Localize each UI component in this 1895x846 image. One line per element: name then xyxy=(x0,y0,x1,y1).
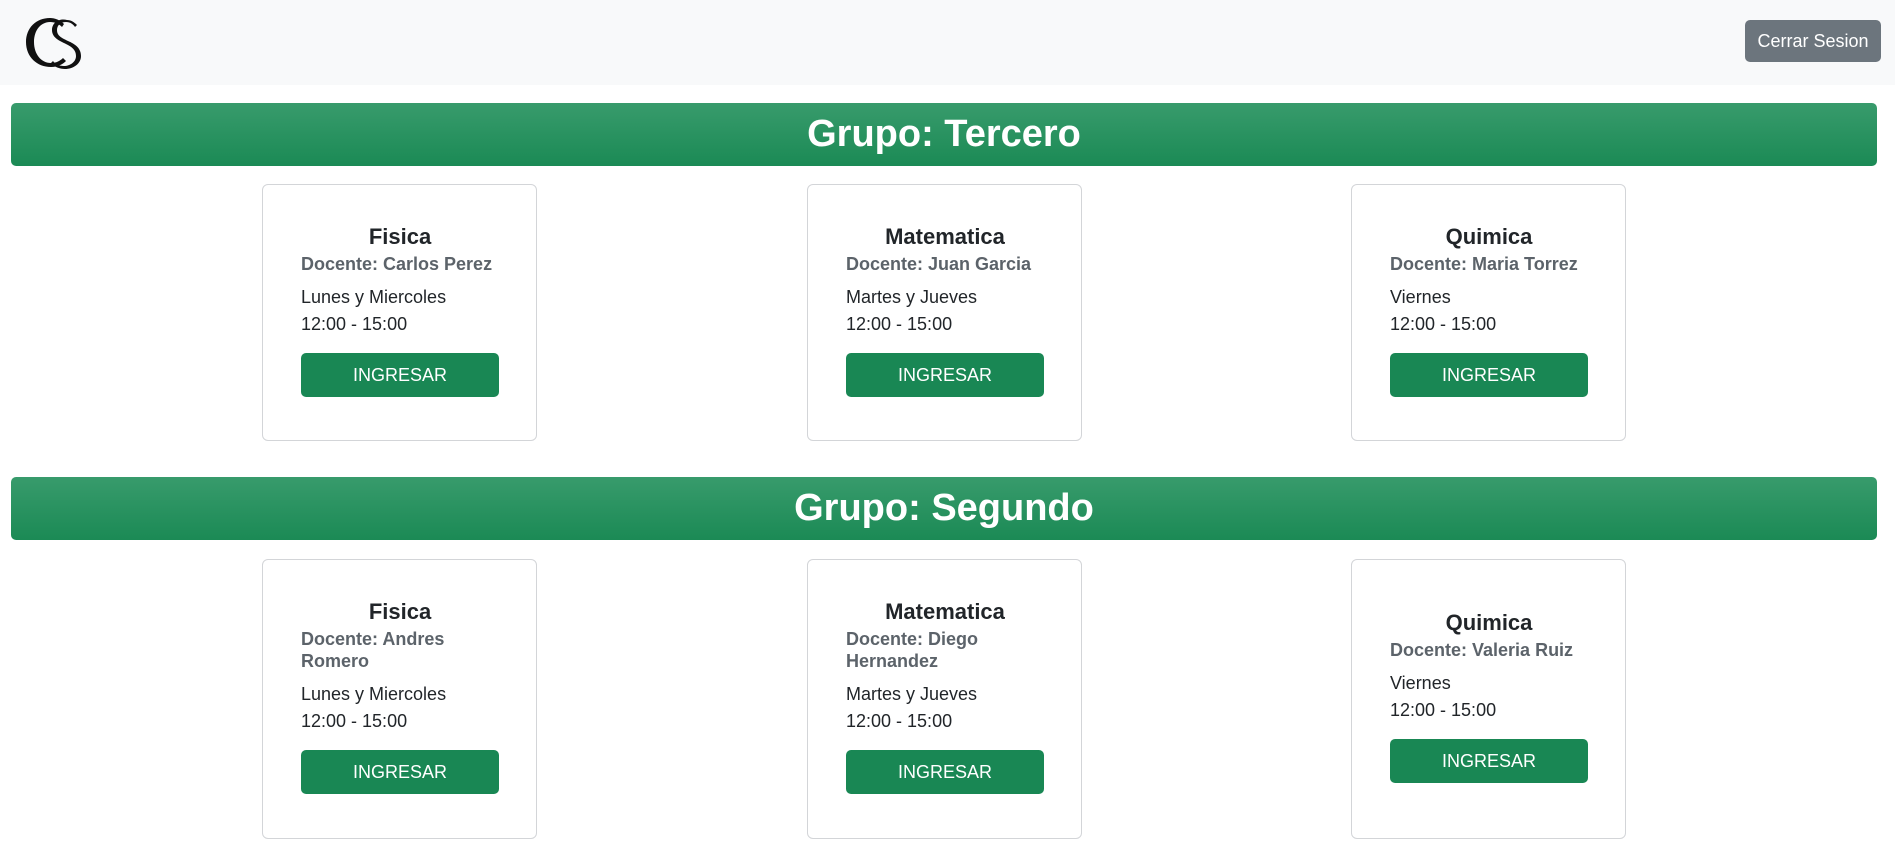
course-subject: Quimica xyxy=(1445,224,1533,249)
logout-button[interactable]: Cerrar Sesion xyxy=(1745,20,1881,62)
enter-course-button[interactable]: INGRESAR xyxy=(301,353,499,397)
enter-course-button[interactable]: INGRESAR xyxy=(1390,739,1588,783)
course-days: Viernes xyxy=(1390,673,1451,693)
course-subject: Fisica xyxy=(368,599,432,624)
course-card: Matematica Docente: Juan Garcia Martes y… xyxy=(807,184,1082,441)
course-card: Quimica Docente: Valeria Ruiz Viernes 12… xyxy=(1351,559,1626,839)
course-card: Quimica Docente: Maria Torrez Viernes 12… xyxy=(1351,184,1626,441)
course-teacher: Docente: Valeria Ruiz xyxy=(1390,640,1574,660)
course-days: Martes y Jueves xyxy=(846,684,978,704)
course-subject: Matematica xyxy=(885,224,1005,249)
enter-course-button[interactable]: INGRESAR xyxy=(1390,353,1588,397)
course-teacher: Docente: Diego Hernandez xyxy=(846,629,979,671)
logo-icon[interactable] xyxy=(20,12,84,72)
navbar: Cerrar Sesion xyxy=(0,0,1895,85)
enter-course-button[interactable]: INGRESAR xyxy=(301,750,499,794)
course-hours: 12:00 - 15:00 xyxy=(1390,314,1497,334)
course-subject: Matematica xyxy=(885,599,1005,624)
course-hours: 12:00 - 15:00 xyxy=(846,711,953,731)
course-teacher: Docente: Maria Torrez xyxy=(1390,254,1578,274)
course-teacher: Docente: Juan Garcia xyxy=(846,254,1032,274)
course-subject: Fisica xyxy=(368,224,432,249)
course-days: Martes y Jueves xyxy=(846,287,978,307)
course-teacher: Docente: Carlos Perez xyxy=(301,254,493,274)
course-card: Fisica Docente: Andres Romero Lunes y Mi… xyxy=(262,559,537,839)
course-teacher: Docente: Andres Romero xyxy=(301,629,445,671)
course-days: Viernes xyxy=(1390,287,1451,307)
course-hours: 12:00 - 15:00 xyxy=(846,314,953,334)
group-title: Grupo: Tercero xyxy=(11,103,1877,166)
enter-course-button[interactable]: INGRESAR xyxy=(846,353,1044,397)
course-days: Lunes y Miercoles xyxy=(301,684,447,704)
course-subject: Quimica xyxy=(1445,610,1533,635)
course-hours: 12:00 - 15:00 xyxy=(1390,700,1497,720)
enter-course-button[interactable]: INGRESAR xyxy=(846,750,1044,794)
course-hours: 12:00 - 15:00 xyxy=(301,711,408,731)
course-days: Lunes y Miercoles xyxy=(301,287,447,307)
course-hours: 12:00 - 15:00 xyxy=(301,314,408,334)
course-card: Fisica Docente: Carlos Perez Lunes y Mie… xyxy=(262,184,537,441)
group-title: Grupo: Segundo xyxy=(11,477,1877,540)
course-card: Matematica Docente: Diego Hernandez Mart… xyxy=(807,559,1082,839)
